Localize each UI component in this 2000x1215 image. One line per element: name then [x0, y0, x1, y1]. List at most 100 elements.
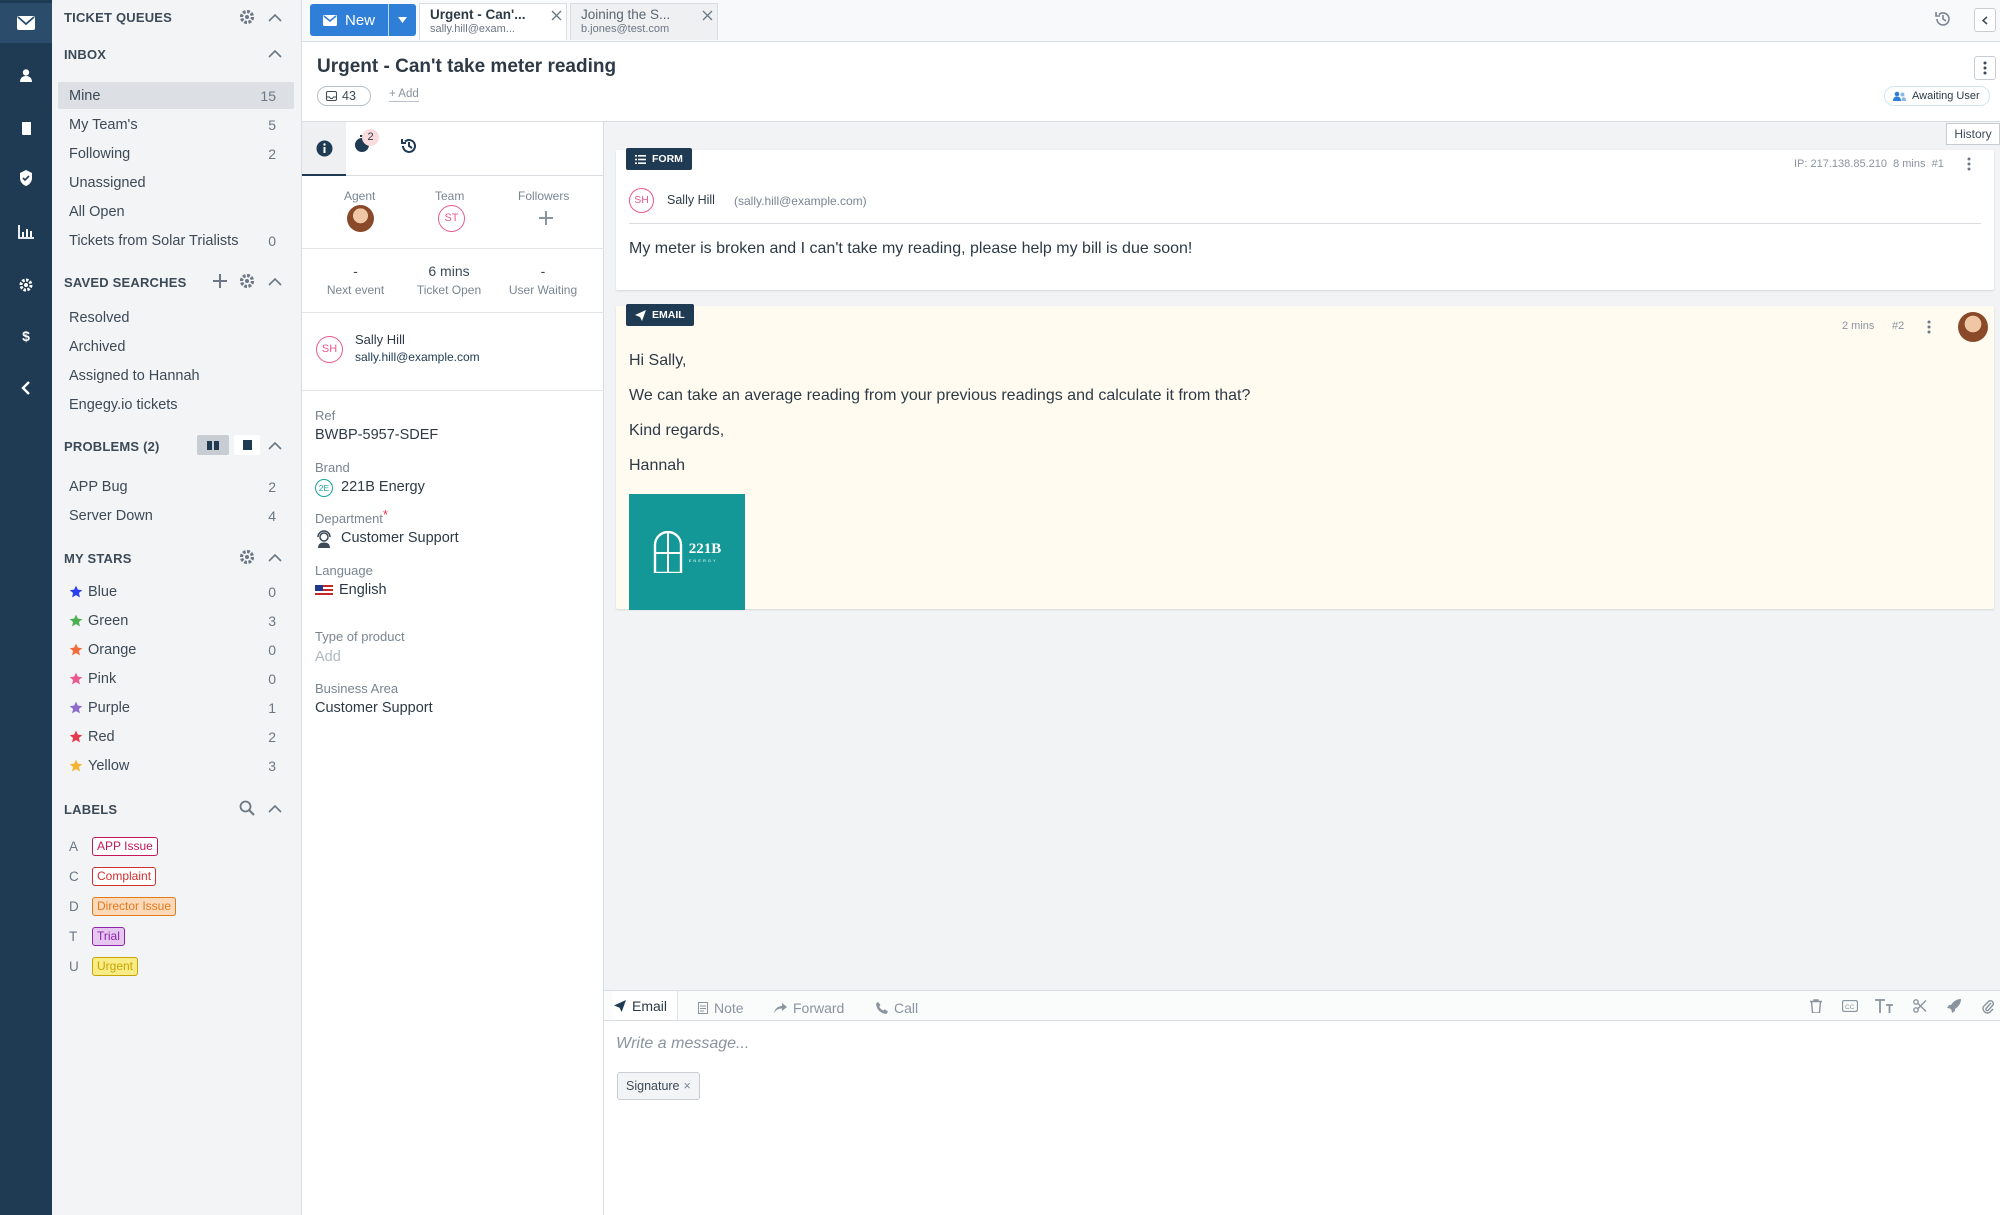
label-item[interactable]: T Trial	[52, 926, 300, 950]
text-size-icon[interactable]	[1874, 996, 1894, 1016]
message-menu-icon[interactable]	[1967, 157, 1971, 171]
label-item[interactable]: U Urgent	[52, 956, 300, 980]
inbox-item-solar-trialists[interactable]: Tickets from Solar Trialists 0	[58, 227, 294, 254]
more-options-icon[interactable]	[1974, 56, 1996, 80]
chevron-up-icon[interactable]	[265, 7, 285, 27]
remove-signature-icon[interactable]: ×	[684, 1079, 691, 1093]
paperclip-icon[interactable]	[1978, 996, 1998, 1016]
sender-avatar: SH	[629, 188, 654, 213]
user-icon[interactable]	[0, 55, 52, 95]
inbox-item-following[interactable]: Following 2	[58, 140, 294, 167]
inbox-icon	[326, 91, 337, 101]
chevron-up-icon[interactable]	[265, 43, 285, 63]
chevron-up-icon[interactable]	[265, 547, 285, 567]
info-icon	[316, 140, 333, 157]
problem-label: APP Bug	[69, 478, 128, 495]
bar-chart-icon[interactable]	[0, 212, 52, 252]
star-item-orange[interactable]: Orange 0	[58, 636, 294, 663]
sender-name[interactable]: Sally Hill	[667, 193, 715, 207]
sla-count-badge: 2	[362, 129, 379, 146]
chevron-up-icon[interactable]	[265, 271, 285, 291]
list-view-icon[interactable]	[234, 435, 260, 455]
inbox-item-my-teams[interactable]: My Team's 5	[58, 111, 294, 138]
dollar-icon[interactable]: $	[0, 316, 52, 356]
ticket-title[interactable]: Urgent - Can't take meter reading	[317, 56, 616, 78]
tab-sla[interactable]: 2	[354, 129, 379, 153]
add-follower-plus-icon[interactable]	[539, 211, 553, 225]
saved-search-item[interactable]: Engegy.io tickets	[58, 391, 294, 418]
plus-icon[interactable]	[210, 271, 230, 291]
tab-history[interactable]	[400, 137, 418, 155]
saved-search-item[interactable]: Resolved	[58, 304, 294, 331]
star-label: Green	[88, 612, 129, 629]
recent-history-icon[interactable]	[1934, 10, 1952, 28]
ticket-count-badge[interactable]: 43	[317, 86, 371, 106]
label-item[interactable]: A APP Issue	[52, 836, 300, 860]
search-icon[interactable]	[237, 798, 257, 818]
star-item-red[interactable]: Red 2	[58, 723, 294, 750]
tab-email[interactable]: Email	[612, 991, 679, 1020]
gear-icon[interactable]	[237, 271, 257, 291]
label-item[interactable]: C Complaint	[52, 866, 300, 890]
agent-avatar[interactable]	[347, 205, 374, 232]
tab-forward[interactable]: Forward	[774, 997, 844, 1019]
close-icon[interactable]	[702, 10, 713, 21]
company-logo-image: 221B ENERGY	[629, 494, 745, 610]
history-icon	[400, 137, 418, 155]
user-avatar[interactable]: SH	[316, 336, 343, 363]
problem-item[interactable]: Server Down 4	[58, 502, 294, 529]
star-item-pink[interactable]: Pink 0	[58, 665, 294, 692]
forward-icon	[774, 1003, 787, 1013]
star-count: 1	[268, 699, 276, 716]
book-icon[interactable]	[0, 108, 52, 148]
product-type-add[interactable]: Add	[315, 649, 341, 665]
team-avatar[interactable]: ST	[438, 205, 465, 232]
label-item[interactable]: D Director Issue	[52, 896, 300, 920]
user-name[interactable]: Sally Hill	[355, 332, 405, 347]
star-item-purple[interactable]: Purple 1	[58, 694, 294, 721]
closed-caption-icon[interactable]: CC	[1840, 996, 1860, 1016]
department-value[interactable]: Customer Support	[341, 530, 459, 546]
check-shield-icon[interactable]	[0, 158, 52, 198]
language-value[interactable]: English	[339, 582, 387, 598]
inbox-item-all-open[interactable]: All Open	[58, 198, 294, 225]
message-menu-icon[interactable]	[1927, 320, 1931, 334]
problem-item[interactable]: APP Bug 2	[58, 473, 294, 500]
inbox-item-mine[interactable]: Mine 15	[58, 82, 294, 109]
close-icon[interactable]	[551, 10, 562, 21]
us-flag-icon	[315, 585, 333, 597]
tab-urgent-ticket[interactable]: Urgent - Can'... sally.hill@exam...	[419, 3, 567, 40]
star-item-yellow[interactable]: Yellow 3	[58, 752, 294, 779]
user-email[interactable]: sally.hill@example.com	[355, 350, 480, 364]
saved-search-item[interactable]: Assigned to Hannah	[58, 362, 294, 389]
signature-chip[interactable]: Signature ×	[617, 1072, 700, 1100]
inbox-item-unassigned[interactable]: Unassigned	[58, 169, 294, 196]
brand-value[interactable]: 221B Energy	[341, 479, 425, 495]
trash-icon[interactable]	[1806, 996, 1826, 1016]
status-badge[interactable]: Awaiting User	[1884, 86, 1990, 106]
business-area-value[interactable]: Customer Support	[315, 700, 433, 716]
board-view-icon[interactable]	[197, 435, 229, 455]
collapse-chevron-icon[interactable]	[1974, 8, 1996, 32]
chevron-up-icon[interactable]	[265, 435, 285, 455]
cog-icon[interactable]	[0, 265, 52, 305]
rocket-icon[interactable]	[1944, 996, 1964, 1016]
gear-icon[interactable]	[237, 547, 257, 567]
gear-icon[interactable]	[237, 7, 257, 27]
add-label-link[interactable]: + Add	[389, 88, 419, 102]
saved-search-item[interactable]: Archived	[58, 333, 294, 360]
new-ticket-button[interactable]: New	[310, 4, 416, 36]
chevron-left-icon[interactable]	[0, 368, 52, 408]
tab-joining-ticket[interactable]: Joining the S... b.jones@test.com	[570, 3, 718, 40]
tab-note[interactable]: Note	[698, 997, 744, 1019]
ref-value[interactable]: BWBP-5957-SDEF	[315, 427, 438, 443]
tab-call[interactable]: Call	[876, 997, 918, 1019]
scissors-icon[interactable]	[1910, 996, 1930, 1016]
mail-icon[interactable]	[0, 3, 52, 43]
chevron-up-icon[interactable]	[265, 798, 285, 818]
message-input[interactable]: Write a message...	[616, 1035, 749, 1053]
star-item-blue[interactable]: Blue 0	[58, 578, 294, 605]
new-dropdown-chevron-icon[interactable]	[389, 4, 416, 36]
tab-info[interactable]	[302, 122, 346, 176]
star-item-green[interactable]: Green 3	[58, 607, 294, 634]
